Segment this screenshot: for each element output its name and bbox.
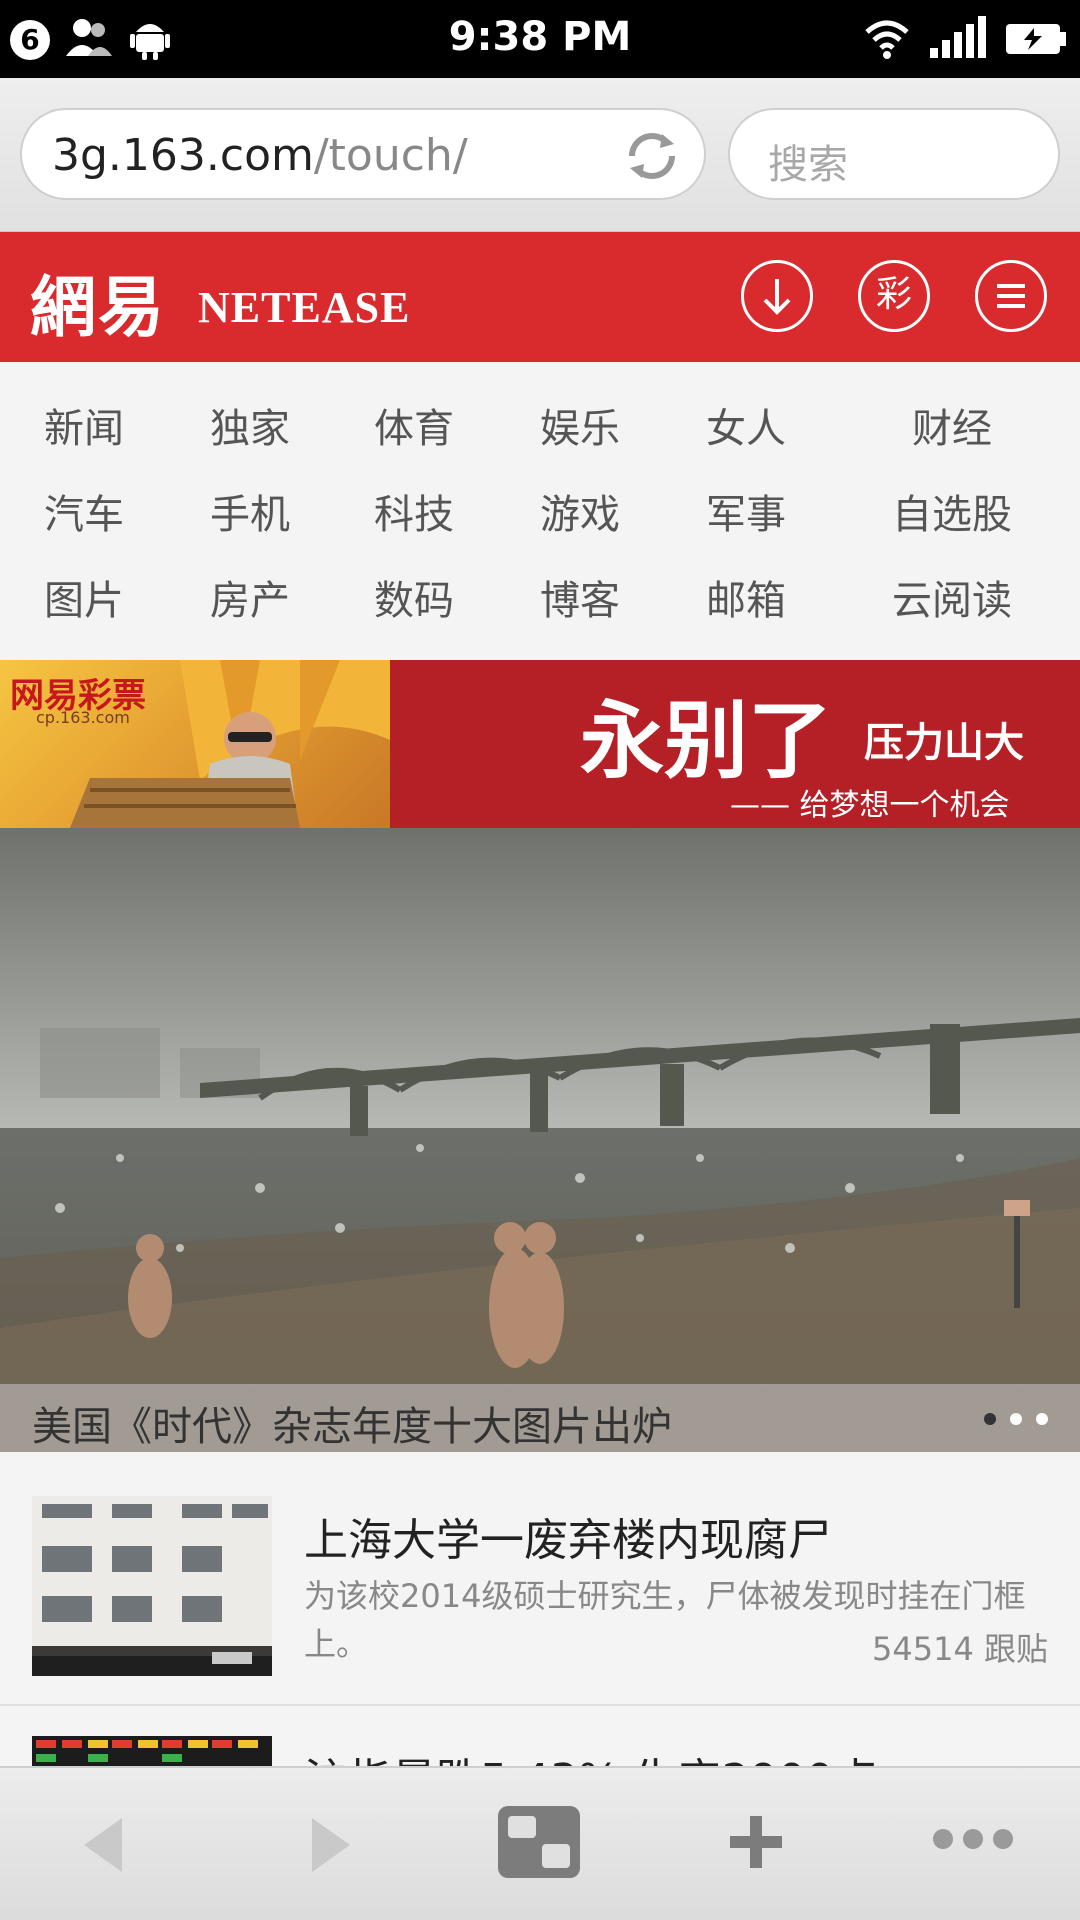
reload-icon[interactable] — [622, 126, 682, 186]
category-auto[interactable]: 汽车 — [44, 482, 124, 540]
category-women[interactable]: 女人 — [706, 396, 786, 454]
browser-bottom-bar — [0, 1766, 1080, 1920]
category-sports[interactable]: 体育 — [374, 396, 454, 454]
category-games[interactable]: 游戏 — [540, 482, 620, 540]
banner-brand-url: cp.163.com — [36, 708, 130, 727]
comment-count: 54514 跟贴 — [872, 1630, 1048, 1668]
menu-icon — [997, 284, 1025, 308]
download-button[interactable] — [741, 260, 813, 332]
hero-caption: 美国《时代》杂志年度十大图片出炉 — [32, 1404, 672, 1450]
category-exclusive[interactable]: 独家 — [210, 396, 290, 454]
category-cloud-reading[interactable]: 云阅读 — [892, 568, 1012, 626]
category-stocks[interactable]: 自选股 — [892, 482, 1012, 540]
category-mobile[interactable]: 手机 — [210, 482, 290, 540]
lottery-button[interactable]: 彩 — [858, 260, 930, 332]
category-blog[interactable]: 博客 — [540, 568, 620, 626]
add-icon[interactable] — [726, 1812, 786, 1872]
banner-headline: 永别了 — [580, 691, 833, 790]
category-finance[interactable]: 财经 — [912, 396, 992, 454]
building-photo — [32, 1496, 272, 1676]
category-mail[interactable]: 邮箱 — [706, 568, 786, 626]
url-bar[interactable]: 3g.163.com/touch/ — [20, 108, 706, 200]
category-entertainment[interactable]: 娱乐 — [540, 396, 620, 454]
url-path: /touch/ — [313, 130, 468, 181]
clock: 9:38 PM — [448, 14, 632, 60]
hero-caption-bar: 美国《时代》杂志年度十大图片出炉 — [0, 1384, 1080, 1452]
lottery-banner-ad[interactable]: 网易彩票 cp.163.com 永别了 压力山大 —— 给梦想一个机会 — [0, 660, 1080, 828]
category-military[interactable]: 军事 — [706, 482, 786, 540]
slide-indicator-2[interactable] — [1010, 1413, 1022, 1425]
category-housing[interactable]: 房产 — [210, 568, 290, 626]
search-input[interactable]: 搜索 — [728, 108, 1060, 200]
tabs-icon[interactable] — [496, 1804, 582, 1880]
logo-en: NETEASE — [198, 283, 411, 332]
banner-headline-small: 压力山大 — [864, 719, 1024, 766]
menu-button[interactable] — [975, 260, 1047, 332]
url-host: 3g.163.com — [52, 130, 314, 181]
category-digital[interactable]: 数码 — [374, 568, 454, 626]
category-photos[interactable]: 图片 — [44, 568, 124, 626]
category-tech[interactable]: 科技 — [374, 482, 454, 540]
site-header: 網易 NETEASE 彩 — [0, 232, 1080, 362]
browser-toolbar: 3g.163.com/touch/ 搜索 — [0, 78, 1080, 232]
url-text: 3g.163.com/touch/ — [52, 130, 468, 181]
status-bar: 6 9:38 PM — [0, 0, 1080, 78]
category-news[interactable]: 新闻 — [44, 396, 124, 454]
logo-cn: 網易 — [30, 268, 166, 346]
slide-indicator-3[interactable] — [1036, 1413, 1048, 1425]
wifi-icon — [865, 20, 909, 59]
signal-icon — [930, 16, 986, 58]
battery-icon — [1006, 24, 1066, 54]
search-placeholder: 搜索 — [768, 142, 848, 188]
more-icon[interactable] — [930, 1826, 1016, 1852]
forward-icon[interactable] — [304, 1808, 358, 1882]
slide-indicator-1[interactable] — [984, 1413, 996, 1425]
banner-tagline: —— 给梦想一个机会 — [730, 788, 1010, 823]
category-nav: 新闻 独家 体育 娱乐 女人 财经 汽车 手机 科技 游戏 军事 自选股 图片 … — [0, 362, 1080, 660]
news-item[interactable]: 上海大学一废弃楼内现腐尸 为该校2014级硕士研究生，尸体被发现时挂在门框上。 … — [0, 1452, 1080, 1706]
download-icon — [763, 279, 791, 315]
news-title: 上海大学一废弃楼内现腐尸 — [304, 1515, 832, 1566]
back-icon[interactable] — [76, 1808, 130, 1882]
hero-slide[interactable]: 美国《时代》杂志年度十大图片出炉 — [0, 828, 1080, 1452]
news-thumbnail — [32, 1496, 272, 1676]
hero-photo — [0, 828, 1080, 1452]
